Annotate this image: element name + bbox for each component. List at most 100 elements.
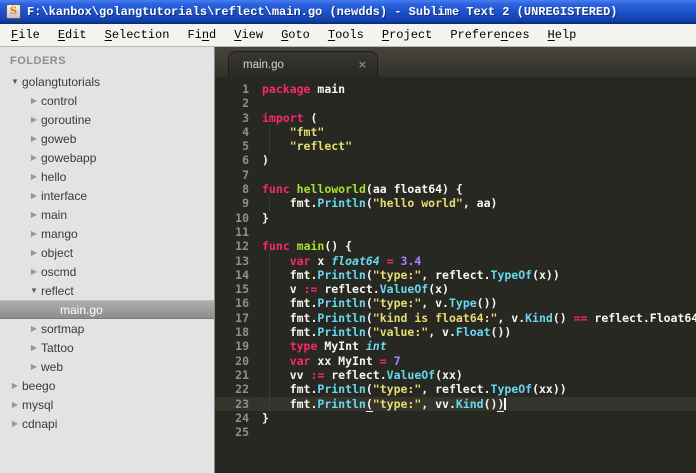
- chevron-down-icon[interactable]: ▼: [27, 286, 41, 295]
- line-number: 12: [235, 239, 249, 254]
- code-line[interactable]: 1 package main: [215, 82, 696, 96]
- chevron-right-icon[interactable]: ▶: [27, 191, 41, 200]
- line-number: 16: [235, 296, 249, 311]
- tree-folder-control[interactable]: ▶ control: [0, 91, 214, 110]
- tree-folder-web[interactable]: ▶ web: [0, 357, 214, 376]
- menu-item-preferences[interactable]: Preferences: [441, 25, 538, 45]
- code-line[interactable]: 21 vv := reflect.ValueOf(xx): [215, 367, 696, 383]
- line-number: 20: [235, 353, 249, 368]
- indent-guide: [269, 296, 270, 311]
- tree-folder-mango[interactable]: ▶ mango: [0, 224, 214, 243]
- line-number: 24: [235, 410, 249, 425]
- chevron-right-icon[interactable]: ▶: [8, 381, 22, 390]
- tree-folder-sortmap[interactable]: ▶ sortmap: [0, 319, 214, 338]
- tree-folder-reflect[interactable]: ▼ reflect: [0, 281, 214, 300]
- tree-folder-goroutine[interactable]: ▶ goroutine: [0, 110, 214, 129]
- indent-guide: [269, 196, 270, 211]
- chevron-right-icon[interactable]: ▶: [27, 153, 41, 162]
- tree-item-label: object: [41, 245, 74, 260]
- code-line[interactable]: 22 fmt.Println("type:", reflect.TypeOf(x…: [215, 382, 696, 397]
- code-line[interactable]: 20 var xx MyInt = 7: [215, 353, 696, 368]
- chevron-right-icon[interactable]: ▶: [27, 248, 41, 257]
- menu-item-project[interactable]: Project: [373, 25, 441, 45]
- code-area[interactable]: 1 package main 2 3 import (4 "fmt" 5 "reflect…: [215, 77, 696, 473]
- code-line[interactable]: 18 fmt.Println("value:", v.Float()): [215, 325, 696, 340]
- line-number: 5: [242, 139, 249, 154]
- tree-folder-oscmd[interactable]: ▶ oscmd: [0, 262, 214, 281]
- line-number: 1: [242, 82, 249, 96]
- tree-folder-beego[interactable]: ▶ beego: [0, 376, 214, 395]
- tab-label: main.go: [243, 58, 284, 71]
- tree-folder-mysql[interactable]: ▶ mysql: [0, 395, 214, 414]
- tab-bar: main.go ×: [215, 47, 696, 77]
- tree-file-main-go[interactable]: main.go: [0, 300, 214, 319]
- menu-item-file[interactable]: File: [2, 25, 49, 45]
- chevron-right-icon[interactable]: ▶: [27, 229, 41, 238]
- chevron-right-icon[interactable]: ▶: [27, 324, 41, 333]
- chevron-right-icon[interactable]: ▶: [27, 362, 41, 371]
- code-line[interactable]: 7: [215, 168, 696, 182]
- menu-item-tools[interactable]: Tools: [319, 25, 373, 45]
- code-line[interactable]: 9 fmt.Println("hello world", aa): [215, 196, 696, 211]
- menu-item-edit[interactable]: Edit: [49, 25, 96, 45]
- chevron-right-icon[interactable]: ▶: [27, 210, 41, 219]
- tree-folder-main[interactable]: ▶ main: [0, 205, 214, 224]
- code-line-text: "reflect": [289, 139, 353, 154]
- chevron-right-icon[interactable]: ▶: [27, 172, 41, 181]
- code-line[interactable]: 24}: [215, 411, 696, 425]
- menu-item-selection[interactable]: Selection: [96, 25, 179, 45]
- code-line[interactable]: 25: [215, 425, 696, 439]
- tree-folder-tattoo[interactable]: ▶ Tattoo: [0, 338, 214, 357]
- chevron-right-icon[interactable]: ▶: [27, 115, 41, 124]
- tab-main-go[interactable]: main.go ×: [228, 51, 378, 77]
- tree-folder-goweb[interactable]: ▶ goweb: [0, 129, 214, 148]
- indent-guide: [269, 367, 270, 383]
- code-line[interactable]: 5 "reflect": [215, 139, 696, 154]
- code-line[interactable]: 8 func helloworld(aa float64) {: [215, 182, 696, 196]
- code-line-text: var x float64 = 3.4: [289, 253, 422, 268]
- code-line[interactable]: 13 var x float64 = 3.4: [215, 253, 696, 268]
- chevron-right-icon[interactable]: ▶: [8, 419, 22, 428]
- code-line[interactable]: 10}: [215, 211, 696, 225]
- chevron-right-icon[interactable]: ▶: [8, 400, 22, 409]
- tree-folder-object[interactable]: ▶ object: [0, 243, 214, 262]
- code-line[interactable]: 6): [215, 153, 696, 167]
- code-line[interactable]: 3 import (: [215, 111, 696, 125]
- code-line[interactable]: 2: [215, 96, 696, 110]
- menu-item-help[interactable]: Help: [539, 25, 586, 45]
- tree-folder-hello[interactable]: ▶ hello: [0, 167, 214, 186]
- code-line[interactable]: 12 func main() {: [215, 239, 696, 253]
- chevron-right-icon[interactable]: ▶: [27, 267, 41, 276]
- tree-item-label: beego: [22, 378, 56, 393]
- code-line[interactable]: 17 fmt.Println("kind is float64:", v.Kin…: [215, 310, 696, 326]
- tree-item-label: control: [41, 93, 78, 108]
- menu-item-view[interactable]: View: [225, 25, 272, 45]
- tree-item-label: main.go: [60, 302, 103, 317]
- chevron-right-icon[interactable]: ▶: [27, 96, 41, 105]
- code-line[interactable]: 11: [215, 225, 696, 239]
- code-line[interactable]: 14 fmt.Println("type:", reflect.TypeOf(x…: [215, 267, 696, 283]
- code-line-text: fmt.Println("type:", reflect.TypeOf(xx)): [262, 382, 567, 397]
- tree-item-label: goroutine: [41, 112, 92, 127]
- chevron-right-icon[interactable]: ▶: [27, 134, 41, 143]
- chevron-right-icon[interactable]: ▶: [27, 343, 41, 352]
- tree-folder-gowebapp[interactable]: ▶ gowebapp: [0, 148, 214, 167]
- tab-close-icon[interactable]: ×: [358, 58, 367, 71]
- code-line[interactable]: 16 fmt.Println("type:", v.Type()): [215, 296, 696, 311]
- chevron-down-icon[interactable]: ▼: [8, 77, 22, 86]
- tree-folder-cdnapi[interactable]: ▶ cdnapi: [0, 414, 214, 433]
- code-line[interactable]: 23 fmt.Println("type:", vv.Kind()): [215, 396, 696, 412]
- code-line[interactable]: 19 type MyInt int: [215, 339, 696, 354]
- menu-item-goto[interactable]: Goto: [272, 25, 319, 45]
- sidebar: FOLDERS ▼ golangtutorials ▶ control ▶ gorouti…: [0, 47, 215, 473]
- indent-guide: [269, 382, 270, 397]
- code-line[interactable]: 4 "fmt": [215, 124, 696, 140]
- tree-folder-interface[interactable]: ▶ interface: [0, 186, 214, 205]
- code-line[interactable]: 15 v := reflect.ValueOf(x): [215, 282, 696, 297]
- window-title: F:\kanbox\golangtutorials\reflect\main.g…: [27, 4, 618, 19]
- tree-item-label: main: [41, 207, 68, 222]
- menu-item-find[interactable]: Find: [178, 25, 225, 45]
- line-number: 8: [242, 182, 249, 197]
- editor-pane: main.go × 1 package main 2 3 import (4 "fmt"…: [215, 47, 696, 473]
- tree-folder-golangtutorials[interactable]: ▼ golangtutorials: [0, 72, 214, 91]
